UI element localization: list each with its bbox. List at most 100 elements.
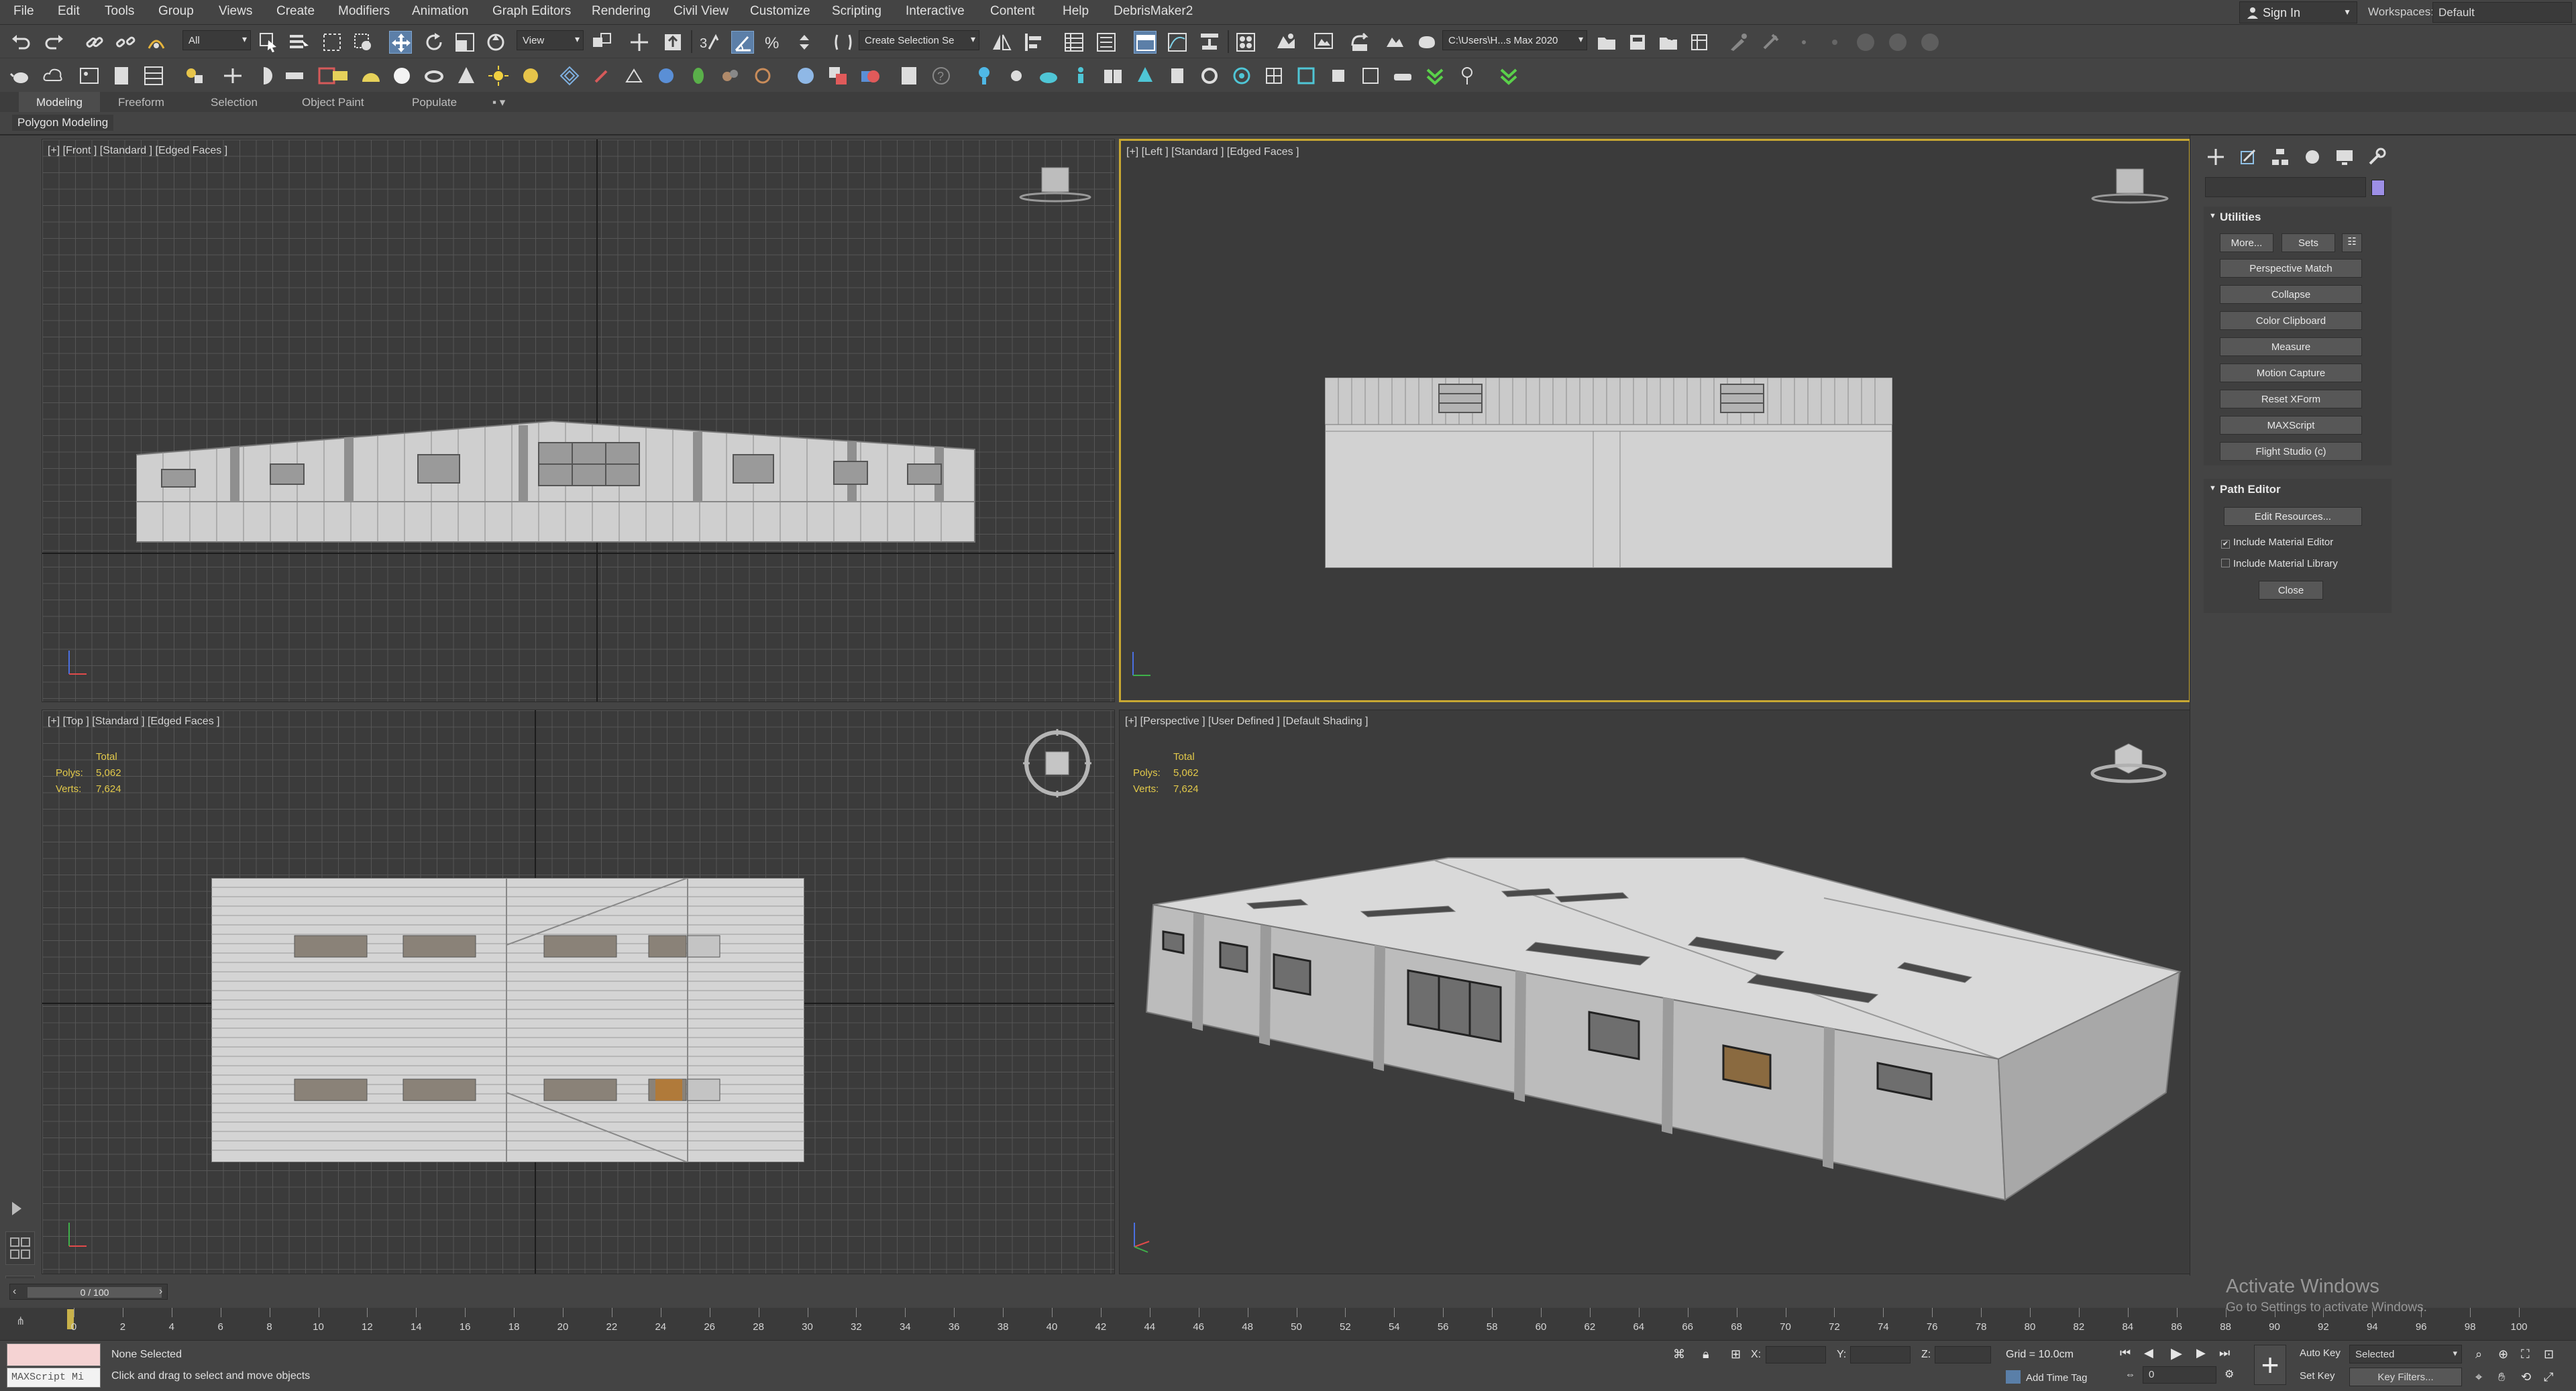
include-material-library-checkbox[interactable]: Include Material Library	[2221, 558, 2338, 569]
keyboard-shortcut-override-icon[interactable]	[661, 31, 684, 54]
render-setup-icon[interactable]	[1275, 31, 1297, 54]
sign-in-button[interactable]: Sign In ▼	[2239, 1, 2357, 23]
pan-view-icon[interactable]: ✋︎	[2498, 1370, 2505, 1384]
rect-selection-icon[interactable]	[321, 31, 343, 54]
edit-named-selection-icon[interactable]	[832, 31, 855, 54]
maxscript-button[interactable]: MAXScript	[2220, 416, 2362, 435]
book-icon[interactable]	[898, 64, 920, 87]
utilities-icon[interactable]	[2365, 145, 2389, 169]
link-icon[interactable]	[83, 31, 106, 54]
set-keys-plus-icon[interactable]: +	[2254, 1345, 2286, 1385]
key-mode-selected-dropdown[interactable]: Selected	[2349, 1345, 2462, 1364]
ribbon-options-icon[interactable]: ▪ ▾	[492, 96, 505, 109]
layer-explorer-icon[interactable]	[1095, 31, 1118, 54]
command-panel-name-field[interactable]	[2205, 177, 2366, 197]
curve-editor-icon[interactable]	[1166, 31, 1189, 54]
percent-snap-icon[interactable]: %	[762, 31, 785, 54]
zoom-icon[interactable]: ⌕	[2475, 1347, 2482, 1361]
target-icon[interactable]	[1230, 64, 1253, 87]
leaf-icon[interactable]	[687, 64, 710, 87]
help-circle-icon[interactable]: ?	[930, 64, 953, 87]
grid-panel-icon[interactable]	[142, 64, 165, 87]
viewport-left-label[interactable]: [+] [Left ] [Standard ] [Edged Faces ]	[1126, 146, 1299, 158]
material-editor-icon[interactable]	[1234, 31, 1257, 54]
sun-light-icon[interactable]	[1005, 64, 1028, 87]
mirror-icon[interactable]	[990, 31, 1013, 54]
chevron-double-down-icon[interactable]	[1424, 64, 1446, 87]
dome-icon[interactable]	[360, 64, 382, 87]
menu-graph-editors[interactable]: Graph Editors	[492, 4, 571, 19]
chevron-left-icon[interactable]: ‹	[13, 1286, 16, 1298]
placement-icon[interactable]	[484, 31, 507, 54]
hierarchy-icon[interactable]	[2268, 145, 2292, 169]
box-primitive-icon[interactable]	[329, 64, 352, 87]
teapot-icon[interactable]	[9, 64, 32, 87]
menu-file[interactable]: File	[13, 4, 34, 19]
select-by-name-icon[interactable]	[287, 31, 310, 54]
time-slider-thumb[interactable]: 0 / 100	[28, 1287, 162, 1298]
edit-resources-button[interactable]: Edit Resources...	[2224, 507, 2362, 526]
menu-views[interactable]: Views	[219, 4, 252, 19]
menu-debrismaker2[interactable]: DebrisMaker2	[1114, 4, 1193, 19]
view-cube-top[interactable]	[1020, 726, 1094, 800]
bubbles-icon[interactable]	[719, 64, 742, 87]
unlink-icon[interactable]	[114, 31, 137, 54]
view-cube-perspective[interactable]	[2086, 737, 2173, 791]
menu-group[interactable]: Group	[158, 4, 194, 19]
menu-interactive[interactable]: Interactive	[906, 4, 965, 19]
camera-rig-icon[interactable]	[623, 64, 645, 87]
display-icon[interactable]	[2332, 145, 2357, 169]
time-configuration-icon[interactable]: ⚙	[2224, 1368, 2234, 1381]
zoom-extents-icon[interactable]: ⛶	[2521, 1347, 2530, 1361]
current-frame-field[interactable]: 0	[2143, 1366, 2216, 1384]
tag-icon[interactable]	[1166, 64, 1189, 87]
more-button[interactable]: More...	[2220, 233, 2273, 252]
menu-content[interactable]: Content	[990, 4, 1035, 19]
project-path-dropdown[interactable]: C:\Users\H...s Max 2020	[1442, 30, 1587, 50]
wire-grid-icon[interactable]	[558, 64, 581, 87]
chevron-right-icon[interactable]: ›	[159, 1286, 162, 1298]
wand-icon[interactable]	[1792, 31, 1815, 54]
key-filters-button[interactable]: Key Filters...	[2349, 1368, 2462, 1386]
menu-animation[interactable]: Animation	[412, 4, 469, 19]
ribbon-toggle-icon[interactable]	[1134, 31, 1157, 54]
isolate-selection-icon[interactable]: ⌘	[1673, 1347, 1685, 1361]
menu-modifiers[interactable]: Modifiers	[338, 4, 390, 19]
document-icon[interactable]	[110, 64, 133, 87]
viewport-front[interactable]: [+] [Front ] [Standard ] [Edged Faces ]	[42, 139, 1115, 702]
utilities-rollout-header[interactable]: ▼ Utilities	[2204, 207, 2392, 227]
next-frame-icon[interactable]: ▶︎	[2196, 1346, 2206, 1360]
layout-tab-1[interactable]	[5, 1231, 35, 1265]
globe-icon[interactable]	[655, 64, 678, 87]
select-manipulate-icon[interactable]	[628, 31, 651, 54]
go-to-start-icon[interactable]: ⏮	[2120, 1346, 2131, 1360]
viewport-perspective-label[interactable]: [+] [Perspective ] [User Defined ] [Defa…	[1125, 716, 1368, 728]
time-slider-track[interactable]: ‹ 0 / 100 ›	[9, 1284, 168, 1300]
menu-edit[interactable]: Edit	[58, 4, 80, 19]
menu-help[interactable]: Help	[1063, 4, 1089, 19]
bind-space-warp-icon[interactable]	[145, 31, 168, 54]
create-icon[interactable]	[2204, 145, 2228, 169]
angle-snap-icon[interactable]	[731, 31, 754, 54]
zoom-extents-all-icon[interactable]: ⊡	[2544, 1347, 2554, 1361]
auto-key-button[interactable]: Auto Key	[2300, 1347, 2341, 1359]
project-folder-icon[interactable]	[1595, 31, 1618, 54]
menu-tools[interactable]: Tools	[105, 4, 134, 19]
select-scale-icon[interactable]	[453, 31, 476, 54]
car-icon[interactable]	[1391, 64, 1414, 87]
sets-button[interactable]: Sets	[2282, 233, 2335, 252]
project-settings-icon[interactable]	[1688, 31, 1711, 54]
path-editor-rollout-header[interactable]: ▼ Path Editor	[2204, 479, 2392, 499]
motion-capture-button[interactable]: Motion Capture	[2220, 364, 2362, 382]
grid-select-icon[interactable]	[1359, 64, 1382, 87]
spiral-icon[interactable]	[751, 64, 774, 87]
select-move-icon[interactable]	[389, 31, 412, 54]
add-time-tag-button[interactable]: Add Time Tag	[2006, 1370, 2087, 1384]
color-clipboard-button[interactable]: Color Clipboard	[2220, 311, 2362, 330]
track-bar[interactable]: ⋔ 0 2 4 6 8 10 12 14 16 18 20 22 24 26 28 30 32 34 36 38 40 4…	[0, 1308, 2576, 1340]
torus-icon[interactable]	[423, 64, 445, 87]
sphere-gray-icon-2[interactable]	[1886, 31, 1909, 54]
selection-lock-icon[interactable]: 🔒︎	[1703, 1347, 1709, 1361]
sun-icon[interactable]	[487, 64, 510, 87]
object-color-swatch[interactable]	[2371, 180, 2385, 196]
